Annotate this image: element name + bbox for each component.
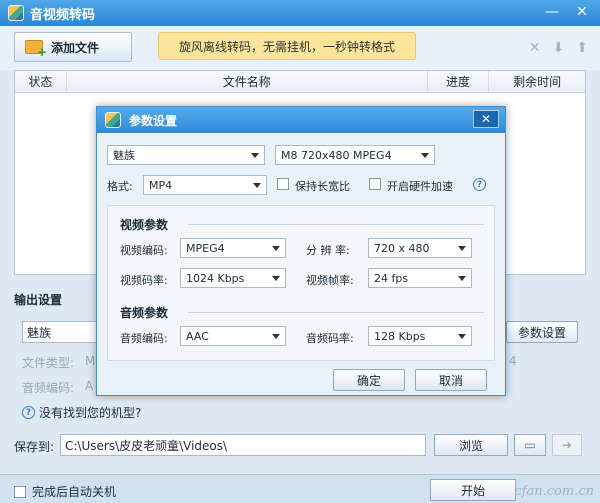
column-progress[interactable]: 进度 [428, 71, 490, 92]
hw-accel-label: 开启硬件加速 [387, 180, 453, 193]
audio-bitrate-label: 音频码率: [306, 332, 354, 345]
keep-ratio-checkbox[interactable] [277, 178, 289, 190]
output-settings-title: 输出设置 [14, 293, 63, 307]
add-file-label: 添加文件 [51, 40, 100, 55]
column-remaining-time[interactable]: 剩余时间 [489, 71, 585, 92]
resolution-select[interactable]: 720 x 480 [368, 238, 472, 258]
audio-section-title: 音频参数 [120, 306, 169, 320]
list-tools: ✕ ⬇ ⬆ [529, 40, 588, 56]
open-folder-icon: ▭ [524, 438, 536, 452]
keep-ratio-label: 保持长宽比 [295, 180, 350, 193]
framerate-select[interactable]: 24 fps [368, 268, 472, 288]
param-settings-dialog: 参数设置 ✕ 魅族 M8 720x480 MPEG4 格式: MP4 保持长宽比… [96, 106, 506, 396]
chevron-down-icon [272, 334, 280, 339]
video-section-title: 视频参数 [120, 218, 169, 232]
brand-value: 魅族 [113, 149, 135, 162]
save-path-input[interactable]: C:\Users\皮皮老顽童\Videos\ [60, 434, 426, 456]
chevron-down-icon [458, 246, 466, 251]
help-icon[interactable]: ? [473, 178, 486, 191]
toolbar: 添加文件 旋风离线转码，无需挂机，一秒钟转格式 ✕ ⬇ ⬆ [0, 26, 600, 70]
file-list-header: 状态 文件名称 进度 剩余时间 [15, 71, 585, 93]
open-folder-button[interactable]: ▭ [514, 434, 546, 456]
cancel-button[interactable]: 取消 [415, 369, 487, 391]
dialog-titlebar: 参数设置 [97, 107, 505, 133]
window-titlebar: 音视频转码 — ✕ [0, 0, 600, 26]
device-help-link[interactable]: ? 没有找到您的机型? [22, 404, 141, 421]
format-select[interactable]: MP4 [143, 175, 267, 195]
dialog-close-icon[interactable]: ✕ [473, 110, 499, 128]
model-select[interactable]: M8 720x480 MPEG4 [275, 145, 435, 165]
add-folder-icon [25, 40, 47, 59]
add-file-button[interactable]: 添加文件 [14, 32, 132, 62]
export-button[interactable]: ➜ [552, 434, 582, 456]
chevron-down-icon [421, 153, 429, 158]
audio-codec-label: 音频编码: [22, 381, 75, 395]
audio-bitrate-value: 128 Kbps [374, 329, 426, 343]
export-icon: ➜ [561, 438, 573, 452]
resolution-value: 720 x 480 [374, 241, 430, 255]
model-value: M8 720x480 MPEG4 [281, 148, 392, 162]
hw-accel-checkbox[interactable] [369, 178, 381, 190]
audio-codec-value: AAC [186, 329, 209, 343]
params-panel: 视频参数 视频编码: MPEG4 分 辨 率: 720 x 480 视频码率: … [107, 205, 495, 361]
audio-bitrate-select[interactable]: 128 Kbps [368, 326, 472, 346]
move-up-icon[interactable]: ⬆ [576, 40, 588, 56]
dialog-title: 参数设置 [129, 113, 178, 128]
watermark: cfan.com.cn [514, 484, 594, 499]
start-button[interactable]: 开始 [430, 479, 516, 501]
video-section-divider [188, 224, 484, 225]
file-type-value: M [85, 354, 96, 368]
framerate-value: 24 fps [374, 271, 409, 285]
help-link-label: 没有找到您的机型? [39, 406, 142, 420]
param-settings-button[interactable]: 参数设置 [506, 321, 578, 343]
audio-codec-value: A [85, 379, 94, 393]
dialog-audio-codec-label: 音频编码: [120, 332, 168, 345]
audio-codec-select[interactable]: AAC [180, 326, 286, 346]
chevron-down-icon [458, 276, 466, 281]
dialog-logo-icon [105, 112, 121, 128]
video-codec-select[interactable]: MPEG4 [180, 238, 286, 258]
video-codec-label: 视频编码: [120, 244, 168, 257]
file-type-label: 文件类型: [22, 356, 75, 370]
column-filename[interactable]: 文件名称 [67, 71, 428, 92]
window-controls: — ✕ [538, 2, 596, 22]
browse-button[interactable]: 浏览 [434, 434, 508, 456]
move-down-icon[interactable]: ⬇ [553, 40, 565, 56]
format-label: 格式: [107, 180, 133, 193]
auto-shutdown-option[interactable]: 完成后自动关机 [14, 483, 116, 500]
framerate-label: 视频帧率: [306, 274, 354, 287]
chevron-down-icon [458, 334, 466, 339]
chevron-down-icon [253, 183, 261, 188]
chevron-down-icon [272, 276, 280, 281]
ok-button[interactable]: 确定 [333, 369, 405, 391]
output-right-value: 4 [509, 354, 517, 368]
close-icon[interactable]: ✕ [568, 2, 596, 22]
video-codec-value: MPEG4 [186, 241, 225, 255]
promo-banner[interactable]: 旋风离线转码，无需挂机，一秒钟转格式 [158, 32, 416, 60]
video-bitrate-label: 视频码率: [120, 274, 168, 287]
video-bitrate-value: 1024 Kbps [186, 271, 245, 285]
minimize-icon[interactable]: — [538, 2, 566, 22]
auto-shutdown-checkbox[interactable] [14, 485, 26, 498]
help-icon: ? [22, 406, 35, 419]
save-to-label: 保存到: [14, 440, 55, 454]
window-title: 音视频转码 [30, 7, 96, 23]
video-bitrate-select[interactable]: 1024 Kbps [180, 268, 286, 288]
remove-icon[interactable]: ✕ [529, 40, 541, 56]
footer-bar: 完成后自动关机 开始 cfan.com.cn [0, 474, 600, 503]
column-status[interactable]: 状态 [15, 71, 67, 92]
auto-shutdown-label: 完成后自动关机 [32, 485, 117, 499]
chevron-down-icon [251, 153, 259, 158]
audio-section-divider [188, 312, 484, 313]
chevron-down-icon [272, 246, 280, 251]
brand-select[interactable]: 魅族 [107, 145, 265, 165]
resolution-label: 分 辨 率: [306, 244, 350, 257]
app-logo-icon [8, 5, 24, 21]
format-value: MP4 [149, 178, 173, 192]
